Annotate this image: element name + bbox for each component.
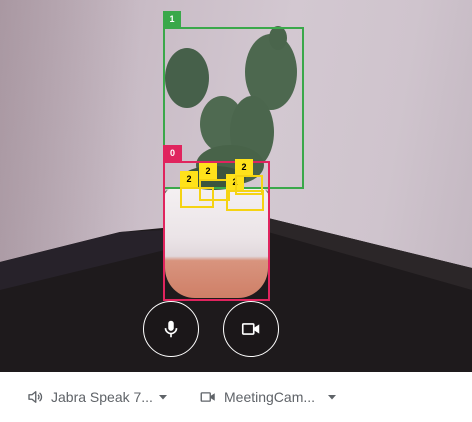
camera-toggle-button[interactable] xyxy=(223,301,279,357)
chevron-down-icon xyxy=(158,392,168,402)
detection-label-1: 1 xyxy=(163,11,181,27)
video-device-name: MeetingCam... xyxy=(224,389,316,405)
chevron-down-icon xyxy=(327,392,337,402)
detection-label-2b: 2 xyxy=(199,163,217,179)
video-camera-icon xyxy=(241,323,260,335)
microphone-icon xyxy=(164,320,178,338)
microphone-toggle-button[interactable] xyxy=(143,301,199,357)
video-camera-icon xyxy=(199,388,217,406)
camera-preview: 1 0 2 2 2 2 xyxy=(0,0,472,372)
detection-box-2d xyxy=(235,175,263,195)
video-device-selector[interactable]: MeetingCam... xyxy=(199,372,337,422)
audio-device-name: Jabra Speak 7... xyxy=(51,389,153,405)
audio-device-selector[interactable]: Jabra Speak 7... xyxy=(26,372,168,422)
device-selection-bar: Jabra Speak 7... MeetingCam... xyxy=(0,372,472,422)
speaker-icon xyxy=(26,388,44,406)
detection-label-0: 0 xyxy=(163,145,182,161)
detection-label-2a: 2 xyxy=(180,171,198,187)
detection-label-2d: 2 xyxy=(235,159,253,175)
